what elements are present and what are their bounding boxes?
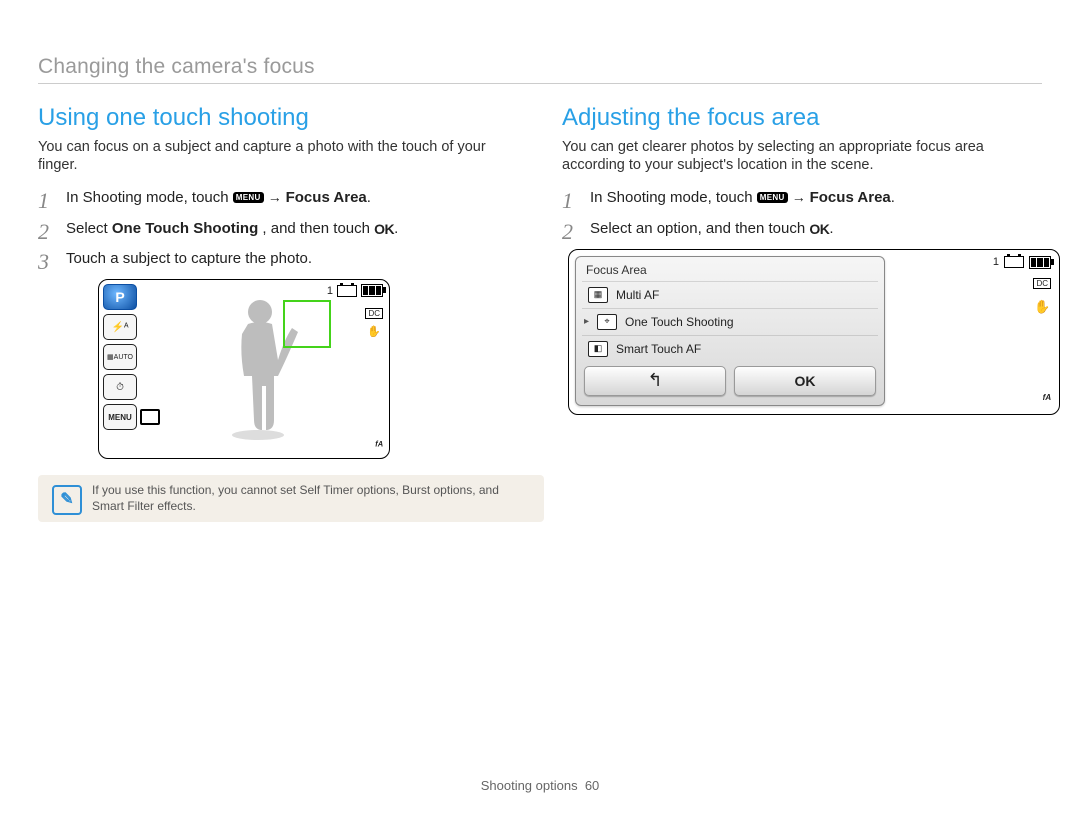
film-icon (337, 285, 357, 297)
ok-icon: OK (374, 220, 394, 239)
wb-auto-icon: ▦AUTO (103, 344, 137, 370)
panel-title: Focus Area (582, 261, 878, 281)
footer-label: Shooting options (481, 778, 578, 793)
camera-right-icons: DC ✋ (365, 308, 383, 338)
right-steps: In Shooting mode, touch MENU → Focus Are… (562, 188, 1042, 239)
page-footer: Shooting options 60 (0, 778, 1080, 793)
footer-page: 60 (585, 778, 599, 793)
focus-area-label: Focus Area (286, 189, 367, 206)
back-arrow-icon: ↰ (647, 370, 662, 391)
period: . (394, 220, 398, 237)
panel-row-multi-af[interactable]: ▦ Multi AF (582, 281, 878, 308)
grid-icon: ▦ (588, 287, 608, 303)
ok-icon: OK (809, 220, 829, 239)
period: . (367, 189, 371, 206)
dc-icon: DC (365, 308, 383, 319)
divider (38, 83, 1042, 84)
left-column: Using one touch shooting You can focus o… (38, 104, 518, 522)
panel-row-smart-touch[interactable]: ◧ Smart Touch AF (582, 335, 878, 362)
period: . (891, 189, 895, 206)
arrow-icon: → (792, 189, 810, 205)
one-touch-label: One Touch Shooting (112, 220, 258, 237)
focus-area-panel: Focus Area ▦ Multi AF ⌖ One Touch Shooti… (575, 256, 885, 406)
ok-button[interactable]: OK (734, 366, 876, 396)
step-text: In Shooting mode, touch (590, 189, 757, 206)
menu-icon: MENU (757, 192, 788, 203)
dc-icon: DC (1033, 278, 1051, 289)
ok-label: OK (795, 373, 816, 389)
ois-icon: ✋ (367, 325, 381, 338)
menu-bottom-right: ᶠᴬ (1042, 392, 1051, 406)
step-text: Select an option, and then touch (590, 220, 809, 237)
self-timer-icon: ⏱ (103, 374, 137, 400)
right-column: Adjusting the focus area You can get cle… (562, 104, 1042, 522)
menu-right-icons: DC ✋ (1033, 278, 1051, 315)
left-step-1: In Shooting mode, touch MENU → Focus Are… (38, 188, 518, 208)
left-steps: In Shooting mode, touch MENU → Focus Are… (38, 188, 518, 269)
focus-area-menu-figure: 1 DC ✋ ᶠᴬ Focus Area ▦ Multi AF ⌖ (568, 249, 1060, 415)
camera-bottom-right: ᶠᴬ (375, 440, 383, 452)
period: . (829, 220, 833, 237)
menu-icon: MENU (103, 404, 137, 430)
arrow-icon: → (268, 189, 286, 205)
panel-row-label: Smart Touch AF (616, 342, 701, 356)
crosshair-icon: ⌖ (597, 314, 617, 330)
breadcrumb: Changing the camera's focus (38, 55, 1042, 79)
right-section-title: Adjusting the focus area (562, 104, 1042, 132)
step-text: , and then touch (262, 220, 374, 237)
note-callout: ✎ If you use this function, you cannot s… (38, 475, 544, 522)
panel-row-label: One Touch Shooting (625, 315, 734, 329)
menu-icon: MENU (233, 192, 264, 203)
panel-row-label: Multi AF (616, 288, 659, 302)
focus-box (283, 300, 331, 348)
step-text: In Shooting mode, touch (66, 189, 233, 206)
menu-top-status: 1 (993, 256, 1051, 269)
battery-icon (361, 284, 383, 297)
left-intro: You can focus on a subject and capture a… (38, 138, 518, 174)
ois-icon: ✋ (1034, 299, 1050, 315)
step-text: Select (66, 220, 112, 237)
film-icon (1004, 256, 1024, 268)
left-step-2: Select One Touch Shooting , and then tou… (38, 219, 518, 239)
camera-top-status: 1 (327, 284, 383, 297)
step-text: Touch a subject to capture the photo. (66, 250, 312, 267)
gallery-icon (140, 409, 160, 425)
note-text: If you use this function, you cannot set… (92, 483, 499, 513)
camera-left-icons: P ⚡ᴬ ▦AUTO ⏱ MENU (103, 284, 137, 430)
left-step-3: Touch a subject to capture the photo. (38, 249, 518, 269)
back-button[interactable]: ↰ (584, 366, 726, 396)
remaining-count: 1 (993, 256, 999, 268)
battery-icon (1029, 256, 1051, 269)
mode-p-icon: P (103, 284, 137, 310)
right-step-2: Select an option, and then touch OK. (562, 219, 1042, 239)
camera-preview-figure: 1 P ⚡ᴬ ▦AUTO ⏱ MENU DC ✋ (98, 279, 390, 459)
flash-auto-icon: ⚡ᴬ (103, 314, 137, 340)
right-intro: You can get clearer photos by selecting … (562, 138, 1042, 174)
right-step-1: In Shooting mode, touch MENU → Focus Are… (562, 188, 1042, 208)
panel-row-one-touch[interactable]: ⌖ One Touch Shooting (582, 308, 878, 335)
smart-icon: ◧ (588, 341, 608, 357)
note-icon: ✎ (52, 485, 82, 515)
remaining-count: 1 (327, 285, 333, 297)
left-section-title: Using one touch shooting (38, 104, 518, 132)
focus-area-label: Focus Area (810, 189, 891, 206)
